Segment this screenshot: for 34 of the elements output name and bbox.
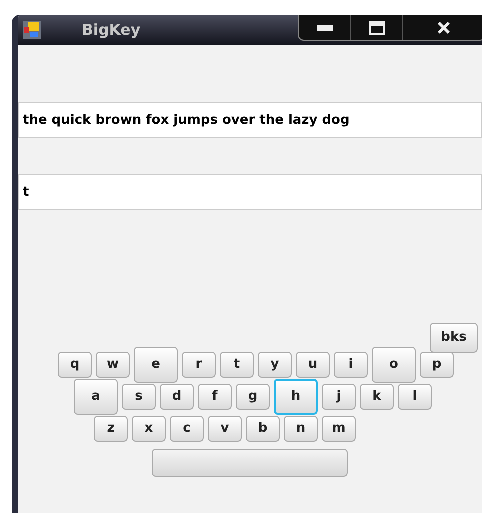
- key[interactable]: m: [322, 416, 356, 442]
- key[interactable]: v: [208, 416, 242, 442]
- key[interactable]: o: [372, 347, 416, 383]
- key[interactable]: i: [334, 352, 368, 378]
- app-icon: [22, 20, 42, 40]
- key[interactable]: w: [96, 352, 130, 378]
- key[interactable]: a: [74, 379, 118, 415]
- key[interactable]: x: [132, 416, 166, 442]
- phrase-field[interactable]: the quick brown fox jumps over the lazy dog: [18, 102, 482, 138]
- maximize-icon: [368, 20, 384, 34]
- key[interactable]: u: [296, 352, 330, 378]
- key[interactable]: y: [258, 352, 292, 378]
- key[interactable]: l: [398, 384, 432, 410]
- window-title: BigKey: [82, 20, 141, 41]
- key[interactable]: h: [274, 379, 318, 415]
- key[interactable]: r: [182, 352, 216, 378]
- typed-field[interactable]: t: [18, 174, 482, 210]
- close-icon: [437, 20, 451, 34]
- key[interactable]: j: [322, 384, 356, 410]
- key[interactable]: t: [220, 352, 254, 378]
- key[interactable]: q: [58, 352, 92, 378]
- key[interactable]: p: [420, 352, 454, 378]
- key[interactable]: f: [198, 384, 232, 410]
- backspace-key[interactable]: bks: [430, 323, 478, 353]
- key[interactable]: d: [160, 384, 194, 410]
- key[interactable]: g: [236, 384, 270, 410]
- key[interactable]: z: [94, 416, 128, 442]
- key[interactable]: e: [134, 347, 178, 383]
- key[interactable]: s: [122, 384, 156, 410]
- key[interactable]: k: [360, 384, 394, 410]
- minimize-icon: [316, 24, 332, 30]
- key[interactable]: b: [246, 416, 280, 442]
- key[interactable]: n: [284, 416, 318, 442]
- key[interactable]: c: [170, 416, 204, 442]
